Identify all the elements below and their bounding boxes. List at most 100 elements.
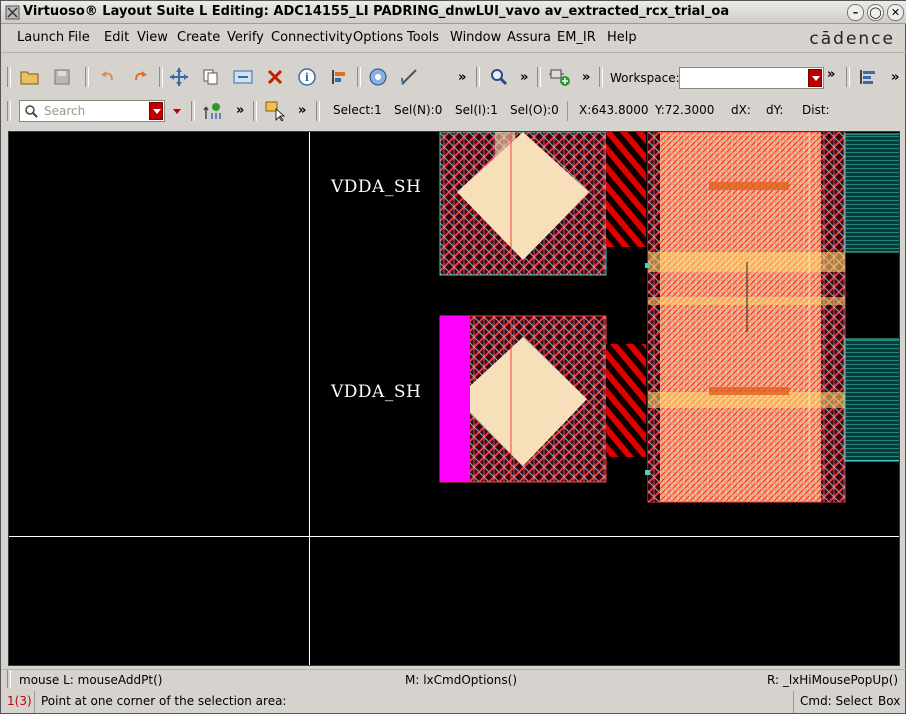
status-divider	[34, 691, 35, 713]
properties-icon[interactable]: i	[296, 66, 318, 88]
redo-icon[interactable]	[129, 66, 151, 88]
pin-label-vdda-sh-2[interactable]: VDDA_SH	[331, 382, 421, 402]
workspace-label: Workspace:	[610, 71, 680, 85]
distance-readout: Dist:	[802, 103, 830, 117]
layout-align-icon[interactable]	[857, 66, 879, 88]
menu-assura[interactable]: Assura	[507, 30, 551, 45]
magenta-layer-strip	[440, 316, 470, 482]
status-bar: 1(3) Point at one corner of the selectio…	[1, 690, 906, 714]
status-divider	[567, 101, 568, 121]
menu-verify[interactable]: Verify	[227, 30, 264, 45]
menu-help[interactable]: Help	[607, 30, 637, 45]
toolbar-grip[interactable]	[191, 101, 195, 121]
bond-pad-2[interactable]	[439, 315, 607, 483]
menu-options[interactable]: Options	[353, 30, 403, 45]
esd-cell-block[interactable]	[645, 132, 846, 503]
search-icon	[25, 105, 38, 118]
menu-window[interactable]: Window	[450, 30, 501, 45]
menu-view[interactable]: View	[137, 30, 168, 45]
open-folder-icon[interactable]	[19, 66, 41, 88]
toolbar-secondary: Search » » Select:1 Sel(N):0 Sel(I):1 Se…	[1, 97, 906, 127]
toolbar-grip[interactable]	[7, 670, 11, 688]
bond-pad-1[interactable]	[439, 132, 607, 276]
save-icon[interactable]	[51, 66, 73, 88]
copy-icon[interactable]	[200, 66, 222, 88]
sel-n-count: Sel(N):0	[394, 103, 443, 117]
toolbar-overflow-chevron[interactable]: »	[298, 103, 306, 118]
layout-canvas[interactable]: VDDA_SH VDDA_SH	[8, 131, 900, 666]
mouse-bindings-bar: mouse L: mouseAddPt() M: lxCmdOptions() …	[1, 669, 906, 689]
search-scope-dropdown-icon[interactable]	[149, 102, 163, 120]
hierarchy-icon[interactable]	[203, 100, 225, 122]
title-bar[interactable]: Virtuoso® Layout Suite L Editing: ADC141…	[1, 1, 906, 24]
sel-o-count: Sel(O):0	[510, 103, 559, 117]
workspace-select[interactable]	[679, 67, 824, 89]
delete-icon[interactable]	[264, 66, 286, 88]
sel-i-count: Sel(I):1	[455, 103, 498, 117]
window-title: Virtuoso® Layout Suite L Editing: ADC141…	[23, 4, 730, 19]
toolbar-overflow-chevron[interactable]: »	[520, 70, 528, 85]
add-instance-icon[interactable]	[549, 66, 571, 88]
workspace-dropdown-arrow-icon[interactable]	[808, 69, 822, 87]
menu-create[interactable]: Create	[177, 30, 220, 45]
svg-text:i: i	[305, 71, 309, 84]
metal-strap-1	[606, 132, 646, 247]
menu-launch[interactable]: Launch	[17, 30, 64, 45]
toolbar-overflow-chevron[interactable]: »	[827, 67, 835, 82]
minimize-button[interactable]: –	[847, 4, 864, 21]
menu-edit[interactable]: Edit	[104, 30, 129, 45]
search-field[interactable]: Search	[19, 100, 165, 122]
menu-em-ir[interactable]: EM_IR	[557, 30, 596, 45]
align-icon[interactable]	[328, 66, 350, 88]
toolbar-overflow-chevron[interactable]: »	[891, 70, 899, 85]
selection-mode-icon[interactable]	[265, 100, 287, 122]
search-placeholder: Search	[44, 104, 86, 118]
undo-icon[interactable]	[97, 66, 119, 88]
guard-ring-bottom	[844, 338, 899, 462]
grid-line-horizontal	[9, 536, 899, 537]
pin-label-vdda-sh-1[interactable]: VDDA_SH	[331, 177, 421, 197]
menu-tools[interactable]: Tools	[407, 30, 439, 45]
cursor-x-readout: X:643.8000	[579, 103, 649, 117]
delta-y-readout: dY:	[766, 103, 784, 117]
toolbar-grip[interactable]	[316, 101, 320, 121]
move-icon[interactable]	[168, 66, 190, 88]
select-count: Select:1	[333, 103, 382, 117]
toolbar-grip[interactable]	[357, 67, 361, 87]
metal-strap-2	[606, 344, 646, 457]
descend-icon[interactable]	[367, 66, 389, 88]
stretch-icon[interactable]	[232, 66, 254, 88]
selection-mode: Box	[878, 694, 901, 708]
maximize-button[interactable]: ◯	[867, 4, 884, 21]
toolbar-grip[interactable]	[7, 101, 11, 121]
mouse-left-binding: mouse L: mouseAddPt()	[19, 673, 163, 687]
toolbar-grip[interactable]	[476, 67, 480, 87]
toolbar-grip[interactable]	[253, 101, 257, 121]
delta-x-readout: dX:	[731, 103, 751, 117]
toolbar-grip[interactable]	[846, 67, 850, 87]
toolbar-grip[interactable]	[599, 67, 603, 87]
menu-file[interactable]: File	[68, 30, 90, 45]
toolbar-overflow-chevron[interactable]: »	[582, 70, 590, 85]
zoom-icon[interactable]	[488, 66, 510, 88]
guard-ring-top	[844, 133, 899, 253]
toolbar-grip[interactable]	[85, 67, 89, 87]
ruler-icon[interactable]	[399, 66, 421, 88]
toolbar-grip[interactable]	[7, 67, 11, 87]
cadence-logo: cādence	[809, 29, 895, 49]
toolbar-overflow-chevron[interactable]: »	[458, 70, 466, 85]
layout-geometry	[9, 132, 899, 665]
command-count: 1(3)	[7, 694, 32, 708]
status-divider	[793, 691, 794, 713]
menu-bar: Launch File Edit View Create Verify Conn…	[1, 25, 906, 53]
virtuoso-app-icon[interactable]	[5, 5, 20, 20]
toolbar-grip[interactable]	[159, 67, 163, 87]
menu-connectivity[interactable]: Connectivity	[271, 30, 352, 45]
mouse-middle-binding: M: lxCmdOptions()	[405, 673, 517, 687]
search-options-arrow-icon[interactable]	[173, 109, 181, 114]
close-button[interactable]: ✕	[887, 4, 904, 21]
toolbar-main: i » » » Workspace: » »	[1, 63, 906, 93]
layout-editor-window: Virtuoso® Layout Suite L Editing: ADC141…	[0, 0, 906, 714]
toolbar-overflow-chevron[interactable]: »	[236, 103, 244, 118]
toolbar-grip[interactable]	[537, 67, 541, 87]
